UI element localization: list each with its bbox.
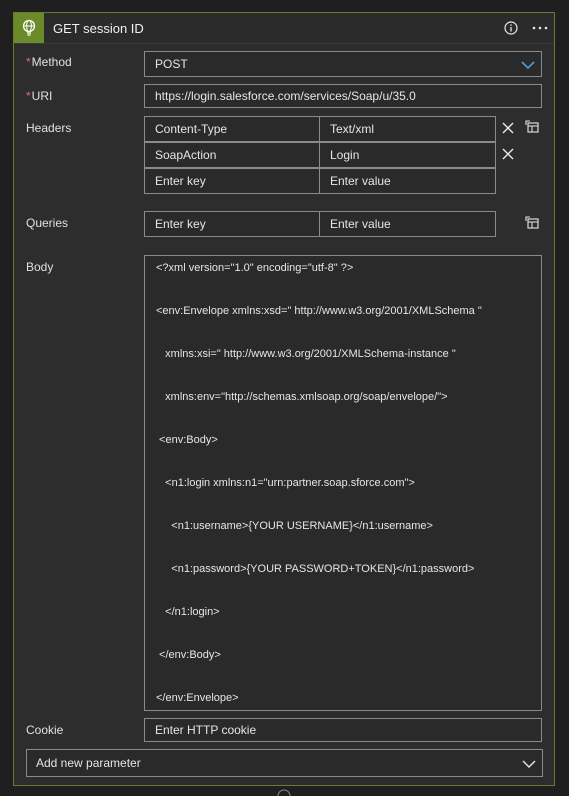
globe-bulb-icon — [22, 19, 36, 36]
headers-label: Headers — [26, 121, 72, 135]
query-value-placeholder: Enter value — [330, 217, 391, 231]
queries-label: Queries — [26, 216, 69, 230]
close-icon[interactable] — [502, 122, 514, 134]
close-icon[interactable] — [502, 148, 514, 160]
query-key-input[interactable]: Enter key — [144, 211, 320, 237]
header-value-input[interactable]: Text/xml — [319, 116, 496, 142]
body-line: <n1:username>{YOUR USERNAME}</n1:usernam… — [156, 520, 433, 532]
body-line: xmlns:xsi=" http://www.w3.org/2001/XMLSc… — [156, 348, 456, 360]
header-key-placeholder: Enter key — [155, 174, 206, 188]
info-icon[interactable] — [504, 21, 518, 35]
http-action-card: GET session ID *Method POST *URI https:/… — [13, 12, 555, 786]
cookie-input[interactable]: Enter HTTP cookie — [144, 718, 542, 742]
method-label-text: Method — [31, 55, 72, 69]
uri-input[interactable]: https://login.salesforce.com/services/So… — [144, 84, 542, 108]
chevron-down-icon[interactable] — [522, 759, 536, 769]
cookie-label: Cookie — [26, 723, 64, 737]
body-line: </env:Body> — [156, 649, 221, 661]
uri-value: https://login.salesforce.com/services/So… — [155, 89, 416, 103]
query-key-placeholder: Enter key — [155, 217, 206, 231]
body-label: Body — [26, 260, 54, 274]
uri-label: *URI — [26, 89, 52, 103]
add-parameter-label: Add new parameter — [36, 756, 141, 770]
header-key-input[interactable]: SoapAction — [144, 142, 320, 168]
action-title[interactable]: GET session ID — [53, 21, 144, 36]
method-dropdown[interactable]: POST — [144, 51, 542, 77]
header-value-input[interactable]: Login — [319, 142, 496, 168]
more-icon[interactable] — [531, 21, 549, 35]
table-icon[interactable] — [525, 216, 539, 229]
required-mark: * — [26, 55, 31, 69]
body-line: <?xml version="1.0" encoding="utf-8" ?> — [156, 262, 354, 274]
body-line: <n1:login xmlns:n1="urn:partner.soap.sfo… — [156, 477, 415, 489]
header-value-input[interactable]: Enter value — [319, 168, 496, 194]
action-icon-box — [14, 13, 44, 43]
body-line: <env:Body> — [156, 434, 218, 446]
body-line: <n1:password>{YOUR PASSWORD+TOKEN}</n1:p… — [156, 563, 475, 575]
header-value-value: Text/xml — [330, 122, 375, 136]
chevron-down-icon[interactable] — [521, 60, 535, 70]
header-value-placeholder: Enter value — [330, 174, 391, 188]
cookie-placeholder: Enter HTTP cookie — [155, 723, 257, 737]
header-key-value: Content-Type — [155, 122, 228, 136]
body-line: </env:Envelope> — [156, 692, 239, 704]
method-value: POST — [155, 57, 188, 71]
body-textarea[interactable]: <?xml version="1.0" encoding="utf-8" ?> … — [144, 255, 542, 711]
body-line: xmlns:env="http://schemas.xmlsoap.org/so… — [156, 391, 448, 403]
header-key-input[interactable]: Content-Type — [144, 116, 320, 142]
header-key-value: SoapAction — [155, 148, 217, 162]
uri-label-text: URI — [31, 89, 53, 103]
connector-arrow-icon — [277, 789, 291, 796]
query-value-input[interactable]: Enter value — [319, 211, 496, 237]
header-key-input[interactable]: Enter key — [144, 168, 320, 194]
body-line: <env:Envelope xmlns:xsd=" http://www.w3.… — [156, 305, 482, 317]
table-icon[interactable] — [525, 120, 539, 133]
add-parameter-dropdown[interactable]: Add new parameter — [26, 749, 543, 777]
body-line: </n1:login> — [156, 606, 220, 618]
required-mark: * — [26, 89, 31, 103]
method-label: *Method — [26, 55, 72, 69]
header-value-value: Login — [330, 148, 360, 162]
action-header[interactable]: GET session ID — [14, 13, 554, 44]
